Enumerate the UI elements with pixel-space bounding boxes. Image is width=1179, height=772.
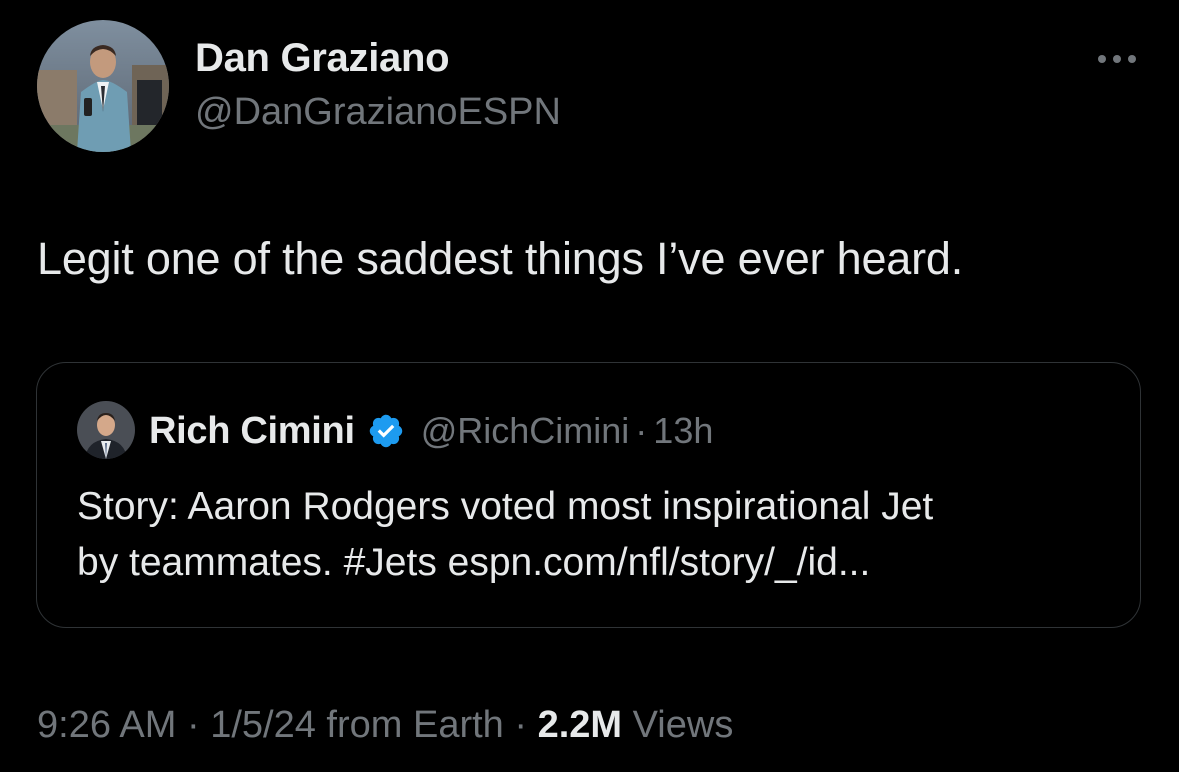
quote-text-line: Story: Aaron Rodgers voted most inspirat… <box>77 485 934 528</box>
views-label[interactable]: Views <box>622 704 734 746</box>
views-count[interactable]: 2.2M <box>538 704 622 746</box>
author-handle[interactable]: @DanGrazianoESPN <box>195 91 561 134</box>
quote-author-name[interactable]: Rich Cimini <box>149 410 355 453</box>
author-avatar[interactable] <box>37 20 169 152</box>
tweet-source: from Earth <box>315 704 504 746</box>
tweet-time[interactable]: 9:26 AM <box>37 704 176 746</box>
more-horizontal-icon[interactable] <box>1094 50 1140 68</box>
separator-dot: · <box>635 410 648 451</box>
verified-badge-icon <box>367 412 405 450</box>
author-name[interactable]: Dan Graziano <box>195 36 450 81</box>
quote-timestamp[interactable]: 13h <box>653 410 713 452</box>
quote-text-line: by teammates. #Jets espn.com/nfl/story/_… <box>77 541 871 584</box>
tweet-date[interactable]: 1/5/24 <box>210 704 316 746</box>
quote-header: Rich Cimini @RichCimini · 13h <box>149 407 713 455</box>
quote-author-avatar[interactable] <box>77 401 135 459</box>
quote-text: Story: Aaron Rodgers voted most inspirat… <box>77 479 1107 591</box>
separator-dot: · <box>503 704 538 746</box>
tweet-text: Legit one of the saddest things I’ve eve… <box>37 233 964 284</box>
quoted-tweet-card[interactable]: Rich Cimini @RichCimini · 13h Story: Aar… <box>36 362 1141 628</box>
quote-author-handle[interactable]: @RichCimini <box>421 410 630 452</box>
tweet-meta: 9:26 AM · 1/5/24 from Earth · 2.2M Views <box>37 704 733 747</box>
separator-dot: · <box>176 704 211 746</box>
